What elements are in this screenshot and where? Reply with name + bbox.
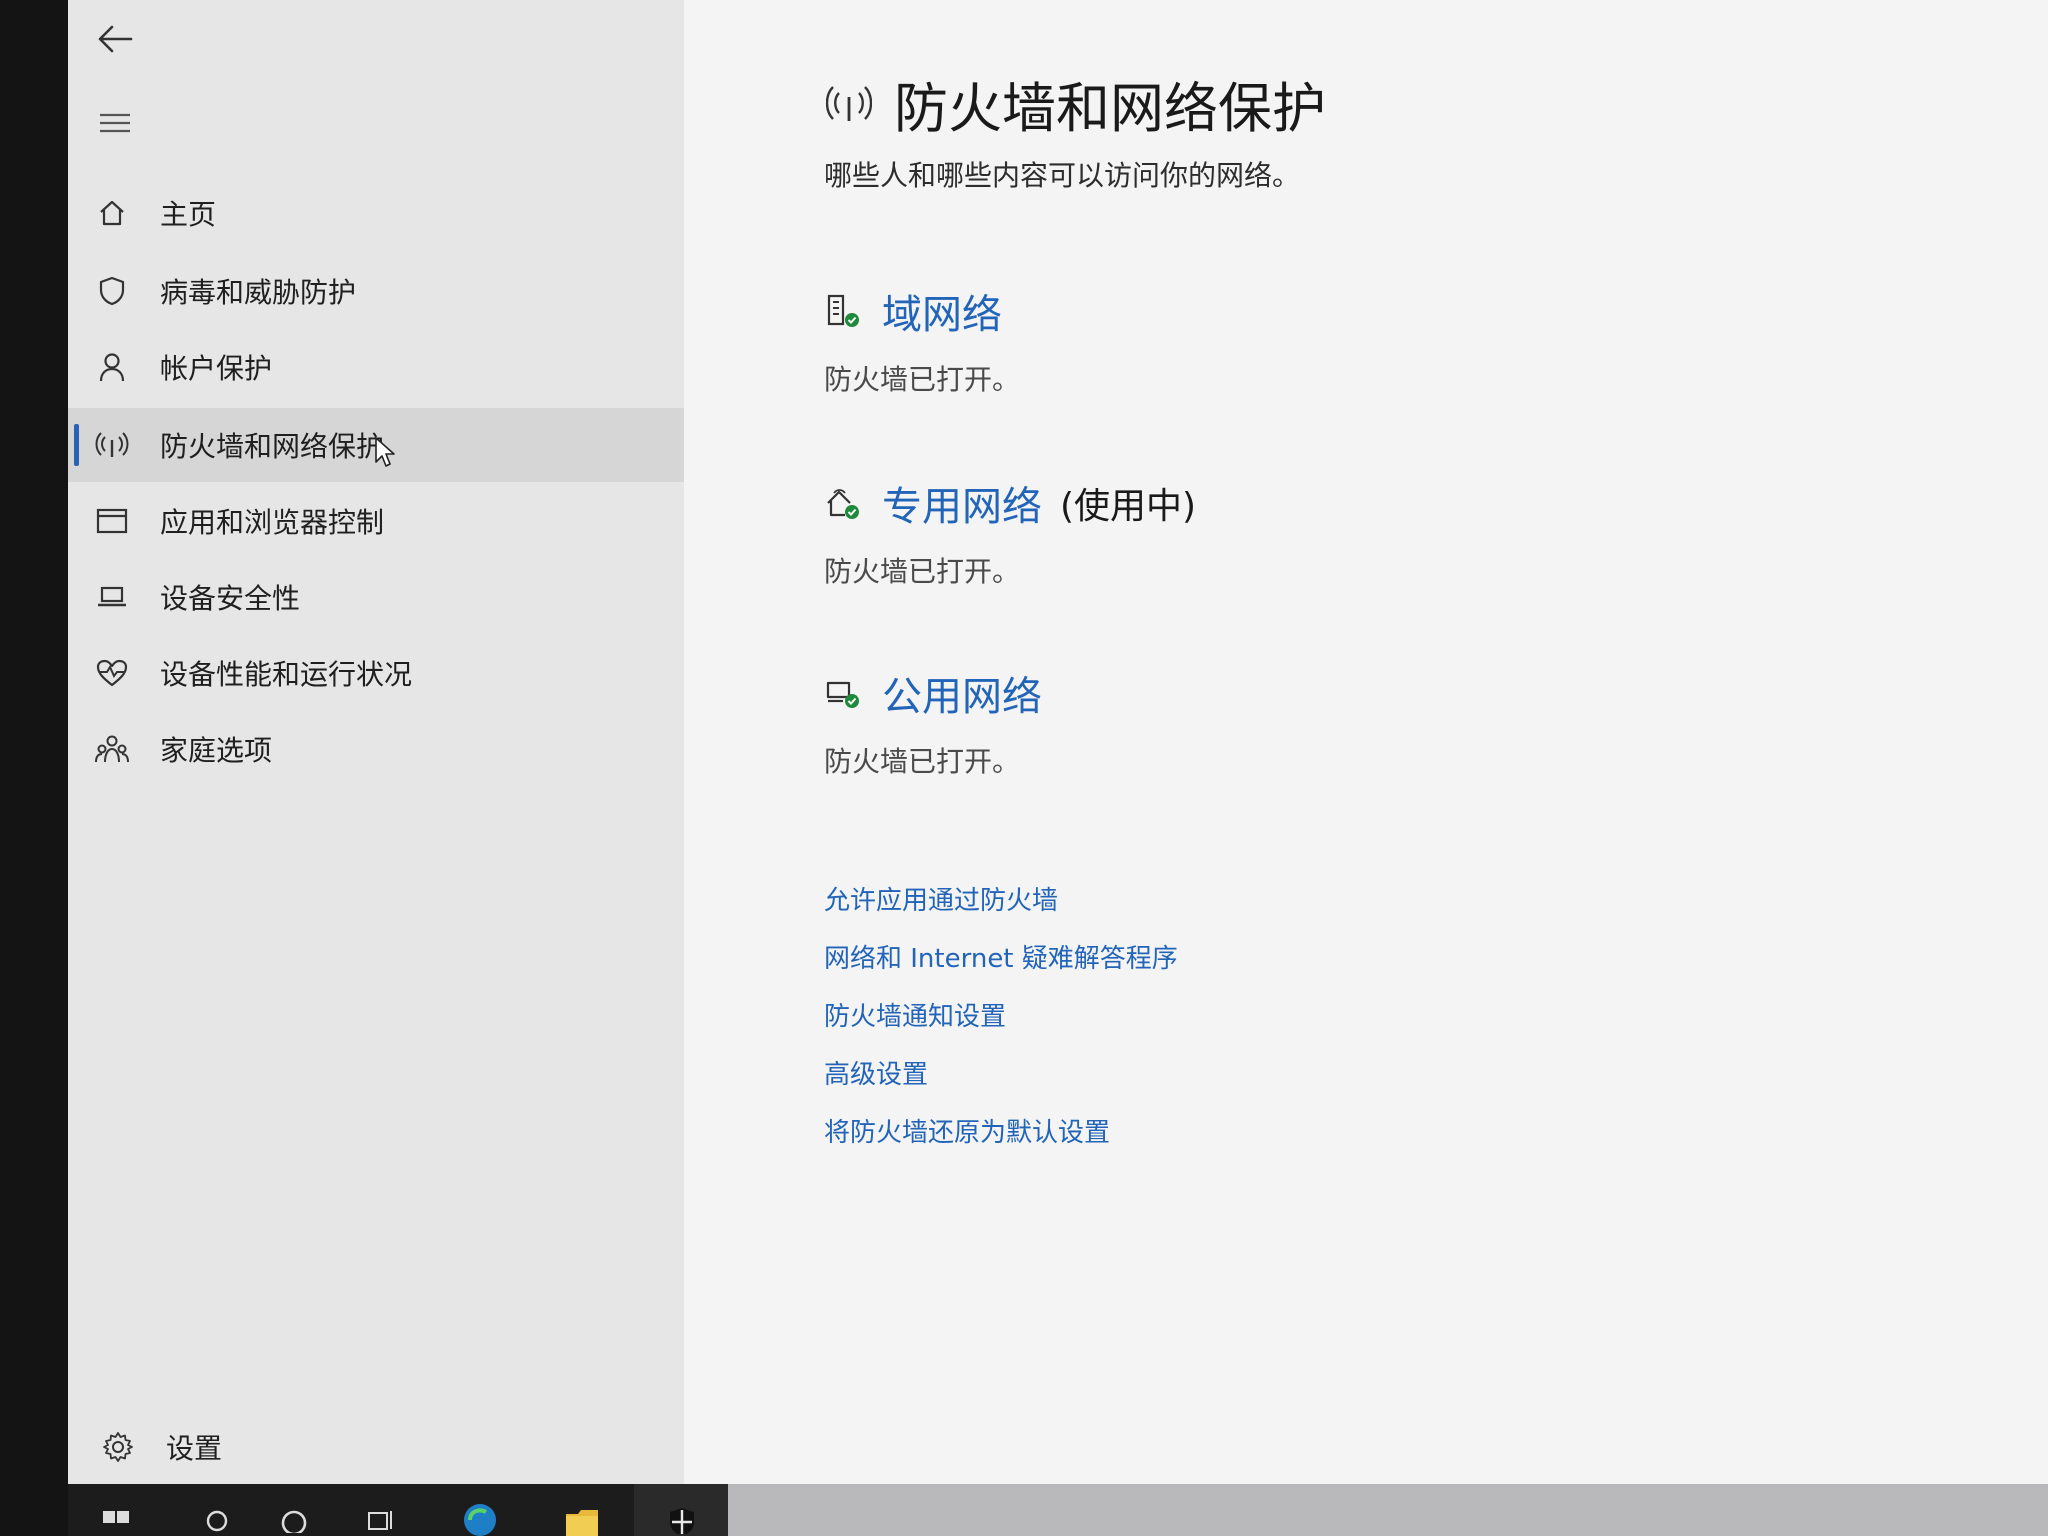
sidebar-item-device-security[interactable]: 设备安全性: [68, 560, 684, 634]
sidebar-item-label: 设备安全性: [160, 582, 301, 615]
sidebar-item-account-protection[interactable]: 帐户保护: [68, 330, 684, 404]
person-icon: [84, 347, 140, 387]
mouse-cursor-icon: [375, 437, 395, 467]
private-network-status: 防火墙已打开。: [824, 555, 1021, 588]
sidebar-item-label: 主页: [160, 198, 217, 231]
taskbar-right: [728, 1484, 2048, 1536]
sidebar-item-label: 设备性能和运行状况: [160, 658, 413, 691]
heart-icon: [84, 653, 140, 693]
sidebar-item-family-options[interactable]: 家庭选项: [68, 712, 684, 786]
sidebar-item-label: 防火墙和网络保护: [160, 430, 385, 463]
domain-network-status: 防火墙已打开。: [824, 363, 1021, 396]
sidebar-item-home[interactable]: 主页: [68, 176, 684, 250]
home-icon: [84, 193, 140, 233]
back-button[interactable]: [86, 14, 144, 64]
security-window: 主页 病毒和威胁防护 帐户保护 防火墙和网络保护 应用和浏览器控制 设备安全性 …: [68, 0, 2048, 1484]
menu-button[interactable]: [86, 98, 144, 148]
advanced-settings-link[interactable]: 高级设置: [824, 1046, 1178, 1104]
gear-icon: [90, 1427, 146, 1467]
sidebar-item-device-performance[interactable]: 设备性能和运行状况: [68, 636, 684, 710]
page-subtitle: 哪些人和哪些内容可以访问你的网络。: [824, 159, 1301, 192]
settings-label: 设置: [166, 1432, 223, 1465]
sidebar-item-label: 帐户保护: [160, 352, 273, 385]
main-content: 防火墙和网络保护 哪些人和哪些内容可以访问你的网络。 域网络 防火墙已打开。 专…: [684, 0, 2048, 1484]
cortana-icon[interactable]: [274, 1496, 314, 1536]
file-explorer-icon[interactable]: [562, 1496, 602, 1536]
sidebar-item-label: 病毒和威胁防护: [160, 276, 357, 309]
sidebar-item-firewall[interactable]: 防火墙和网络保护: [68, 408, 684, 482]
page-header: 防火墙和网络保护: [824, 64, 1326, 143]
public-network-section: 公用网络 防火墙已打开。: [824, 664, 1042, 780]
private-network-section: 专用网络 (使用中) 防火墙已打开。: [824, 474, 1196, 590]
windows-security-icon[interactable]: [662, 1496, 702, 1536]
restore-defaults-link[interactable]: 将防火墙还原为默认设置: [824, 1104, 1178, 1162]
taskbar: [68, 1484, 2048, 1536]
private-network-icon: [824, 483, 862, 523]
public-network-link[interactable]: 公用网络: [882, 664, 1042, 722]
app-window-icon: [84, 501, 140, 541]
taskbar-left: [68, 1484, 634, 1536]
sidebar: 主页 病毒和威胁防护 帐户保护 防火墙和网络保护 应用和浏览器控制 设备安全性 …: [68, 0, 684, 1484]
firewall-links: 允许应用通过防火墙 网络和 Internet 疑难解答程序 防火墙通知设置 高级…: [824, 872, 1178, 1162]
sidebar-item-label: 家庭选项: [160, 734, 273, 767]
sidebar-item-app-browser-control[interactable]: 应用和浏览器控制: [68, 484, 684, 558]
antenna-icon: [84, 425, 140, 465]
private-network-link[interactable]: 专用网络: [882, 474, 1042, 532]
task-view-icon[interactable]: [362, 1496, 402, 1536]
notification-settings-link[interactable]: 防火墙通知设置: [824, 988, 1178, 1046]
laptop-icon: [84, 577, 140, 617]
start-icon[interactable]: [98, 1496, 138, 1536]
public-network-icon: [824, 673, 862, 713]
shield-icon: [84, 271, 140, 311]
troubleshooter-link[interactable]: 网络和 Internet 疑难解答程序: [824, 930, 1178, 988]
domain-network-icon: [824, 291, 862, 331]
sidebar-item-label: 应用和浏览器控制: [160, 506, 385, 539]
domain-network-link[interactable]: 域网络: [882, 282, 1002, 340]
antenna-icon: [824, 79, 874, 129]
domain-network-section: 域网络 防火墙已打开。: [824, 282, 1020, 398]
sidebar-item-virus-protection[interactable]: 病毒和威胁防护: [68, 254, 684, 328]
family-icon: [84, 729, 140, 769]
in-use-label: (使用中): [1060, 486, 1197, 527]
page-title: 防火墙和网络保护: [894, 77, 1326, 140]
back-arrow-icon: [98, 25, 133, 53]
edge-icon[interactable]: [460, 1496, 500, 1536]
hamburger-icon: [100, 113, 130, 133]
public-network-status: 防火墙已打开。: [824, 745, 1021, 778]
sidebar-item-settings[interactable]: 设置: [68, 1410, 684, 1484]
allow-app-link[interactable]: 允许应用通过防火墙: [824, 872, 1178, 930]
search-icon[interactable]: [198, 1496, 238, 1536]
